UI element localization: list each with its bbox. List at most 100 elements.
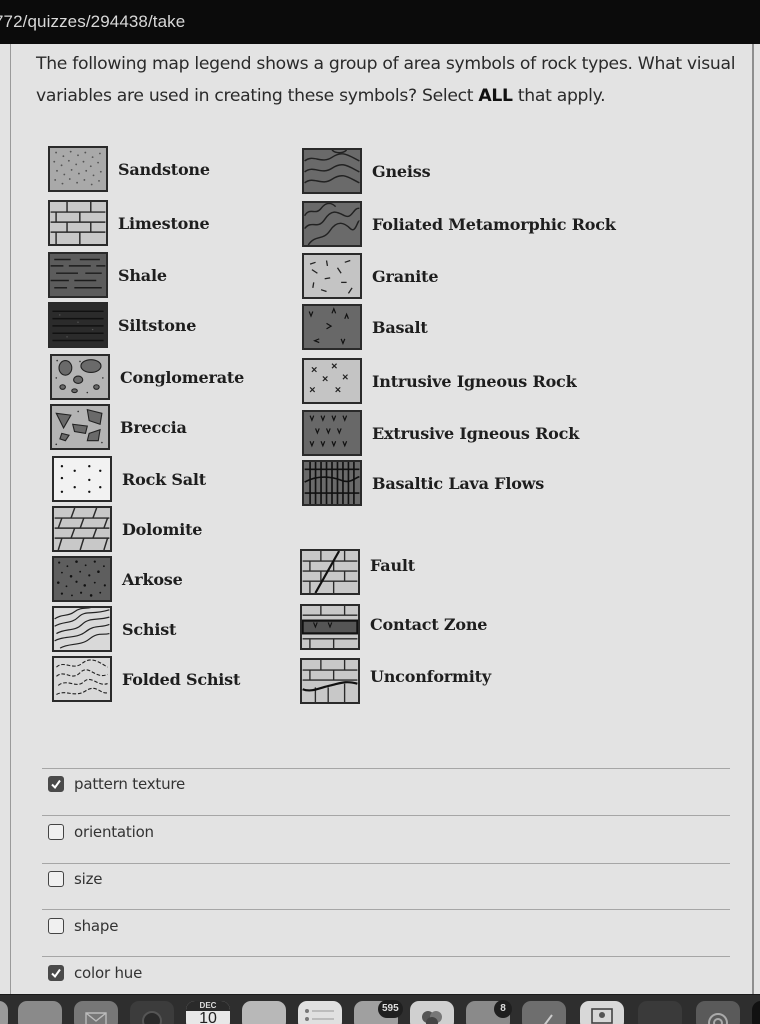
question-text: The following map legend shows a group o… [36, 48, 756, 112]
legend-label: Intrusive Igneous Rock [372, 371, 577, 391]
legend-label: Conglomerate [120, 367, 245, 387]
legend-item-folded-schist: Folded Schist [52, 656, 240, 702]
page-left-border [10, 44, 11, 994]
browser-url-bar[interactable]: 772/quizzes/294438/take [0, 0, 760, 44]
legend-label: Foliated Metamorphic Rock [372, 214, 616, 234]
url-text: 772/quizzes/294438/take [0, 12, 186, 31]
rock-salt-symbol-icon [52, 456, 112, 502]
granite-symbol-icon [302, 253, 362, 299]
option-label: orientation [74, 823, 154, 841]
legend-label: Sandstone [118, 159, 210, 179]
legend-item-conglomerate: Conglomerate [50, 354, 244, 400]
siltstone-symbol-icon [48, 302, 108, 348]
divider [42, 815, 730, 816]
option-label: size [74, 870, 103, 888]
music-app-icon[interactable] [638, 1001, 682, 1024]
divider [42, 863, 730, 864]
legend-label: Shale [118, 265, 167, 285]
checkbox-checked[interactable] [48, 776, 64, 792]
legend-label: Unconformity [370, 666, 491, 686]
checkbox-unchecked[interactable] [48, 918, 64, 934]
divider [42, 909, 730, 910]
legend-item-intrusive-igneous-rock: Intrusive Igneous Rock [302, 358, 577, 404]
legend-item-dolomite: Dolomite [52, 506, 202, 552]
option-orientation[interactable]: orientation [48, 823, 154, 841]
shale-symbol-icon [48, 252, 108, 298]
basalt-symbol-icon [302, 304, 362, 350]
legend-label: Arkose [122, 569, 183, 589]
question-text-part2: that apply. [512, 86, 606, 106]
contact-zone-symbol-icon [300, 604, 360, 650]
option-color-hue[interactable]: color hue [48, 964, 142, 982]
legend-label: Granite [372, 266, 439, 286]
checkbox-unchecked[interactable] [48, 824, 64, 840]
calendar-app-icon[interactable]: DEC 10 [186, 1001, 230, 1024]
quiz-page: The following map legend shows a group o… [0, 44, 760, 994]
checkmark-icon [51, 968, 61, 979]
legend-item-unconformity: Unconformity [300, 658, 491, 704]
dock-app-icon[interactable] [0, 1001, 8, 1024]
notes-app-icon[interactable] [242, 1001, 286, 1024]
option-size[interactable]: size [48, 870, 102, 888]
legend-item-foliated-metamorphic-rock: Foliated Metamorphic Rock [302, 201, 616, 247]
legend-label: Fault [370, 555, 415, 575]
checkbox-unchecked[interactable] [48, 871, 64, 887]
arkose-symbol-icon [52, 556, 112, 602]
legend-item-rock-salt: Rock Salt [52, 456, 206, 502]
legend-item-siltstone: Siltstone [48, 302, 196, 348]
legend-item-granite: Granite [302, 253, 439, 299]
legend-item-extrusive-igneous-rock: Extrusive Igneous Rock [302, 410, 579, 456]
legend-label: Gneiss [372, 161, 431, 181]
option-shape[interactable]: shape [48, 917, 118, 935]
legend-label: Breccia [120, 417, 187, 437]
legend-label: Basalt [372, 317, 428, 337]
messages-app-icon[interactable]: 595 [354, 1000, 403, 1024]
question-emphasis: ALL [478, 86, 513, 106]
freeform-app-icon[interactable] [522, 1001, 566, 1024]
extrusive-igneous-symbol-icon [302, 410, 362, 456]
dock-app-icon[interactable] [752, 1001, 760, 1024]
photos-app-icon[interactable] [410, 1001, 454, 1024]
keynote-app-icon[interactable] [580, 1001, 624, 1024]
legend-label: Extrusive Igneous Rock [372, 423, 580, 443]
legend-item-arkose: Arkose [52, 556, 183, 602]
sandstone-symbol-icon [48, 146, 108, 192]
camera-app-icon[interactable] [130, 1001, 174, 1024]
divider [42, 956, 730, 957]
legend-item-gneiss: Gneiss [302, 148, 431, 194]
legend-item-sandstone: Sandstone [48, 146, 210, 192]
dock: DEC 10 595 8 [0, 994, 760, 1024]
legend-item-schist: Schist [52, 606, 176, 652]
legend-label: Limestone [118, 213, 210, 233]
notification-badge: 8 [494, 1000, 512, 1018]
podcasts-app-icon[interactable] [696, 1001, 740, 1024]
fault-symbol-icon [300, 549, 360, 595]
option-pattern-texture[interactable]: pattern texture [48, 775, 185, 793]
legend-label: Contact Zone [370, 614, 488, 634]
legend-item-contact-zone: Contact Zone [300, 604, 487, 650]
option-label: shape [74, 917, 119, 935]
notification-badge: 595 [378, 1000, 403, 1018]
limestone-symbol-icon [48, 200, 108, 246]
conglomerate-symbol-icon [50, 354, 110, 400]
maps-app-icon[interactable] [18, 1001, 62, 1024]
schist-symbol-icon [52, 606, 112, 652]
question-text-part1: The following map legend shows a group o… [36, 54, 736, 106]
gneiss-symbol-icon [302, 148, 362, 194]
legend-item-basaltic-lava-flows: Basaltic Lava Flows [302, 460, 544, 506]
legend-item-basalt: Basalt [302, 304, 428, 350]
option-label: pattern texture [74, 775, 186, 793]
facetime-app-icon[interactable]: 8 [466, 1000, 512, 1024]
reminders-app-icon[interactable] [298, 1001, 342, 1024]
legend-label: Basaltic Lava Flows [372, 473, 545, 493]
legend-item-limestone: Limestone [48, 200, 210, 246]
foliated-metamorphic-symbol-icon [302, 201, 362, 247]
checkbox-checked[interactable] [48, 965, 64, 981]
legend-label: Siltstone [118, 315, 197, 335]
mail-app-icon[interactable] [74, 1001, 118, 1024]
legend-item-fault: Fault [300, 549, 415, 595]
checkmark-icon [51, 779, 61, 790]
legend-label: Dolomite [122, 519, 203, 539]
basaltic-lava-flows-symbol-icon [302, 460, 362, 506]
breccia-symbol-icon [50, 404, 110, 450]
